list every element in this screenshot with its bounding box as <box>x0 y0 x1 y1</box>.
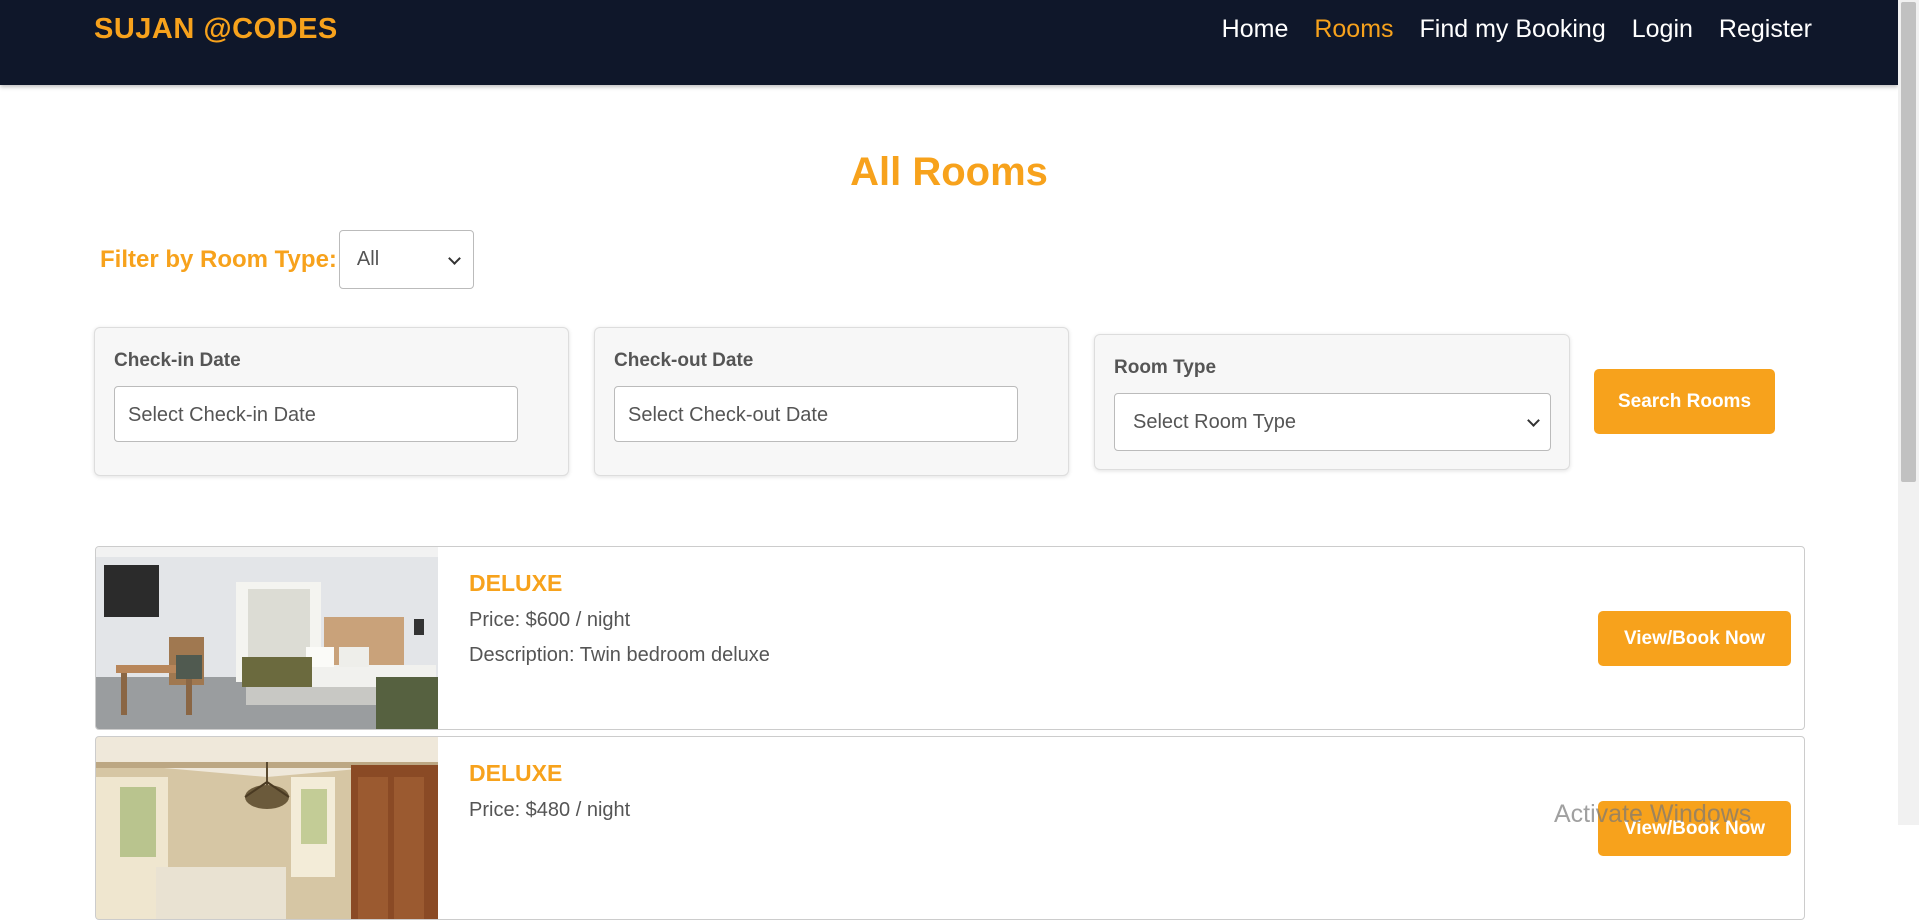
navbar: SUJAN @CODES Home Rooms Find my Booking … <box>0 0 1898 85</box>
nav-link-rooms[interactable]: Rooms <box>1314 15 1393 44</box>
checkin-card: Check-in Date Select Check-in Date <box>94 327 569 476</box>
nav-link-login[interactable]: Login <box>1632 15 1693 44</box>
page-title: All Rooms <box>850 150 1048 194</box>
view-book-button[interactable]: View/Book Now <box>1598 611 1791 666</box>
nav-link-register[interactable]: Register <box>1719 15 1812 44</box>
checkout-placeholder: Select Check-out Date <box>628 404 829 426</box>
nav-link-home[interactable]: Home <box>1222 15 1289 44</box>
room-type: DELUXE <box>469 570 563 596</box>
room-type: DELUXE <box>469 760 563 786</box>
room-type-select[interactable]: Select Room Type <box>1114 393 1551 451</box>
room-listing: DELUXE Price: $480 / night View/Book Now <box>95 736 1805 920</box>
search-rooms-button[interactable]: Search Rooms <box>1594 369 1775 434</box>
room-type-filter: Filter by Room Type: All <box>100 230 474 289</box>
room-image <box>96 547 438 729</box>
nav-link-find-booking[interactable]: Find my Booking <box>1420 15 1606 44</box>
chevron-down-icon <box>448 251 461 265</box>
room-type-filter-select[interactable]: All <box>338 230 474 289</box>
room-listing: DELUXE Price: $600 / night Description: … <box>95 546 1805 730</box>
room-price: Price: $480 / night <box>469 799 631 821</box>
checkin-label: Check-in Date <box>114 350 241 371</box>
checkout-date-input[interactable]: Select Check-out Date <box>614 386 1018 442</box>
brand-logo[interactable]: SUJAN @CODES <box>94 13 338 46</box>
checkin-placeholder: Select Check-in Date <box>128 404 316 426</box>
filter-label: Filter by Room Type: <box>100 245 337 273</box>
filter-select-value: All <box>356 248 380 270</box>
vertical-scrollbar[interactable] <box>1898 0 1919 825</box>
room-type-select-value: Select Room Type <box>1133 411 1297 433</box>
room-type-label: Room Type <box>1114 357 1217 378</box>
checkin-date-input[interactable]: Select Check-in Date <box>114 386 518 442</box>
checkout-label: Check-out Date <box>614 350 754 371</box>
room-type-card: Room Type Select Room Type <box>1094 334 1570 470</box>
room-price: Price: $600 / night <box>469 609 631 631</box>
chevron-down-icon <box>1527 414 1540 427</box>
nav-links: Home Rooms Find my Booking Login Registe… <box>1222 15 1812 44</box>
scrollbar-thumb[interactable] <box>1901 2 1916 482</box>
room-description: Description: Twin bedroom deluxe <box>469 644 770 666</box>
room-image <box>96 737 438 919</box>
checkout-card: Check-out Date Select Check-out Date <box>594 327 1069 476</box>
